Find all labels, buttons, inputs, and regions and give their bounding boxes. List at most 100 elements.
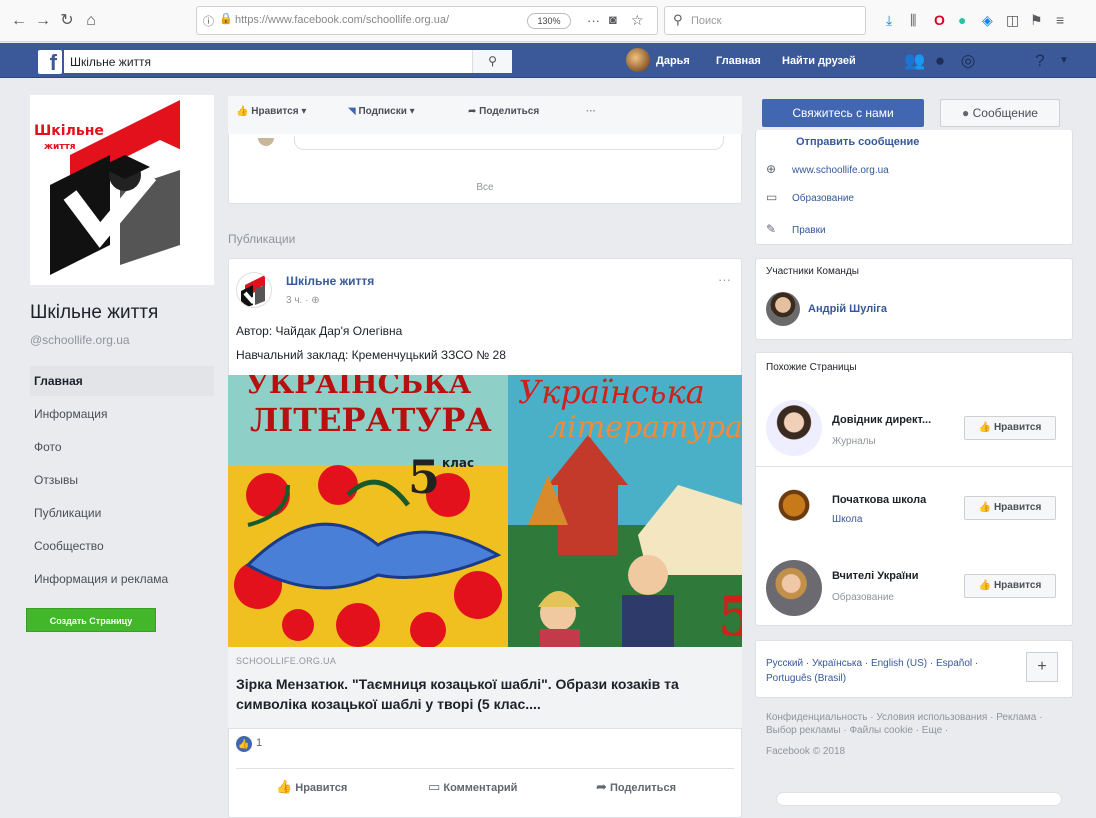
pocket-icon[interactable]: ◙ — [609, 12, 617, 27]
nav-item-7[interactable]: Информация и реклама — [30, 564, 214, 594]
similar-page-name-3[interactable]: Вчителі України — [832, 570, 919, 582]
similar-page-avatar-1[interactable] — [766, 400, 822, 456]
follow-button[interactable]: ◥ Подписки ▾ — [348, 106, 415, 117]
translate-icon[interactable]: ◈ — [982, 12, 993, 28]
back-icon[interactable]: ← — [8, 10, 30, 32]
similar-page-category-1: Журналы — [832, 436, 876, 447]
page-actions-icon[interactable]: ··· — [587, 13, 600, 28]
similar-page-like-button-2[interactable]: 👍 Нравится — [964, 496, 1056, 520]
similar-page-avatar-3[interactable] — [766, 560, 822, 616]
footer-text[interactable]: Конфиденциальность · Условия использован… — [766, 712, 1042, 736]
url-text[interactable]: https://www.facebook.com/schoollife.org.… — [235, 14, 449, 26]
comment-box[interactable] — [294, 136, 724, 150]
add-language-button[interactable]: + — [1026, 652, 1058, 682]
pin-icon[interactable]: ⚑ — [1030, 12, 1043, 28]
info-icon[interactable]: ⓘ — [203, 13, 214, 29]
edits-text: Правки — [792, 225, 826, 236]
cover-text-2: життя — [44, 142, 76, 152]
sidebar-icon[interactable]: ◫ — [1006, 12, 1019, 28]
link-title[interactable]: Зірка Мензатюк. "Таємниця козацької шабл… — [236, 674, 726, 714]
send-message-link[interactable]: Отправить сообщение — [796, 136, 919, 148]
page-handle[interactable]: @schoollife.org.ua — [30, 333, 130, 347]
find-friends-link[interactable]: Найти друзей — [782, 55, 856, 67]
library-icon[interactable]: ⫼ — [910, 12, 916, 28]
reload-icon[interactable]: ↻ — [56, 10, 78, 32]
post-timestamp[interactable]: 3 ч. · ⊕ — [286, 295, 320, 306]
post-like-button[interactable]: 👍 Нравится — [276, 779, 347, 795]
url-bar[interactable]: ⓘ 🔒 https://www.facebook.com/schoollife.… — [196, 6, 658, 35]
nav-item-1[interactable]: Главная — [30, 366, 214, 396]
search-input-value[interactable]: Шкільне життя — [70, 55, 151, 69]
post-share-button[interactable]: ➦ Поделиться — [596, 779, 676, 795]
message-button[interactable]: ● Сообщение — [940, 99, 1060, 127]
like-count[interactable]: 1 — [256, 737, 262, 749]
post-text-line-1: Автор: Чайдак Дар'я Олегівна — [236, 324, 403, 338]
category-icon: ▭ — [766, 190, 778, 204]
search-icon: ⚲ — [488, 54, 497, 68]
see-all-link[interactable]: Все — [228, 182, 742, 193]
menu-icon[interactable]: ≡ — [1056, 12, 1064, 28]
similar-page-category-2[interactable]: Школа — [832, 514, 862, 525]
opera-icon[interactable]: O — [934, 12, 945, 28]
post-author-name[interactable]: Шкільне життя — [286, 274, 374, 288]
search-input[interactable]: Шкільне життя ⚲ — [64, 50, 512, 73]
category-link[interactable]: ▭ Образование — [766, 190, 854, 204]
website-link[interactable]: ⊕ www.schoollife.org.ua — [766, 162, 889, 176]
messenger-icon[interactable]: ● — [930, 52, 950, 70]
account-menu-icon[interactable]: ▼ — [1054, 52, 1074, 70]
nav-item-6[interactable]: Сообщество — [30, 531, 214, 561]
extension-icon[interactable]: ● — [958, 12, 966, 28]
browser-search-bar[interactable]: ⚲ Поиск — [664, 6, 866, 35]
similar-page-like-button-1[interactable]: 👍 Нравится — [964, 416, 1056, 440]
similar-page-avatar-2[interactable] — [766, 480, 822, 536]
page-title[interactable]: Шкільне життя — [30, 302, 158, 324]
help-icon[interactable]: ? — [1030, 52, 1050, 70]
website-text: www.schoollife.org.ua — [792, 165, 889, 176]
plus-icon: + — [1037, 658, 1047, 675]
user-avatar[interactable] — [626, 48, 650, 72]
edits-link[interactable]: ✎ Правки — [766, 222, 826, 236]
pencil-icon: ✎ — [766, 222, 777, 236]
share-icon: ➦ — [468, 106, 480, 117]
nav-item-3[interactable]: Фото — [30, 432, 214, 462]
footer-links[interactable]: Конфиденциальность · Условия использован… — [766, 711, 1062, 758]
search-button[interactable]: ⚲ — [472, 50, 512, 73]
post-share-label: Поделиться — [609, 782, 676, 794]
post-text-line-2: Навчальний заклад: Кременчуцький ЗЗСО № … — [236, 348, 506, 362]
zoom-indicator[interactable]: 130% — [527, 13, 571, 29]
friend-requests-icon[interactable]: 👥 — [904, 52, 925, 70]
team-member-avatar[interactable] — [766, 292, 800, 326]
facebook-logo-icon[interactable]: f — [38, 50, 62, 75]
nav-item-4[interactable]: Отзывы — [30, 465, 214, 495]
post-comment-button[interactable]: ▭ Комментарий — [428, 779, 517, 795]
page-profile-picture[interactable]: Шкільне життя — [30, 95, 214, 285]
nav-item-2[interactable]: Информация — [30, 399, 214, 429]
comment-icon: ▭ — [428, 779, 441, 794]
download-icon[interactable]: ⤓ — [886, 12, 892, 28]
team-member-name[interactable]: Андрій Шуліга — [808, 303, 887, 315]
language-links[interactable]: Русский · Українська · English (US) · Es… — [766, 656, 1006, 686]
similar-page-name-1[interactable]: Довідник директ... — [832, 414, 931, 426]
nav-item-5[interactable]: Публикации — [30, 498, 214, 528]
forward-icon[interactable]: → — [32, 10, 54, 32]
similar-page-name-2[interactable]: Початкова школа — [832, 494, 926, 506]
home-link[interactable]: Главная — [716, 55, 761, 67]
bookmark-star-icon[interactable]: ☆ — [631, 12, 644, 29]
create-page-button[interactable]: Создать Страницу — [26, 608, 156, 632]
notifications-icon[interactable]: ◎ — [958, 52, 978, 70]
similar-page-like-button-3[interactable]: 👍 Нравится — [964, 574, 1056, 598]
book1-grade: 5 — [408, 450, 440, 504]
post-author-avatar[interactable] — [236, 272, 272, 308]
profile-link[interactable]: Дарья — [656, 55, 690, 67]
share-page-button[interactable]: ➦ Поделиться — [468, 106, 539, 117]
chat-bar[interactable] — [776, 792, 1062, 806]
cover-text-1: Шкільне — [34, 123, 104, 139]
like-page-button[interactable]: 👍 Нравится ▾ — [236, 106, 306, 117]
contact-us-button[interactable]: Свяжитесь с нами — [762, 99, 924, 127]
post-options-icon[interactable]: ··· — [718, 272, 731, 287]
thumbs-up-icon: 👍 — [978, 502, 994, 513]
post-link-image[interactable]: УКРАЇНСЬКА ЛІТЕРАТУРА 5 клас 5 Українськ… — [228, 375, 742, 647]
book2-grade: 5 — [718, 584, 742, 647]
more-options-button[interactable]: ··· — [586, 106, 596, 117]
home-icon[interactable]: ⌂ — [80, 10, 102, 32]
